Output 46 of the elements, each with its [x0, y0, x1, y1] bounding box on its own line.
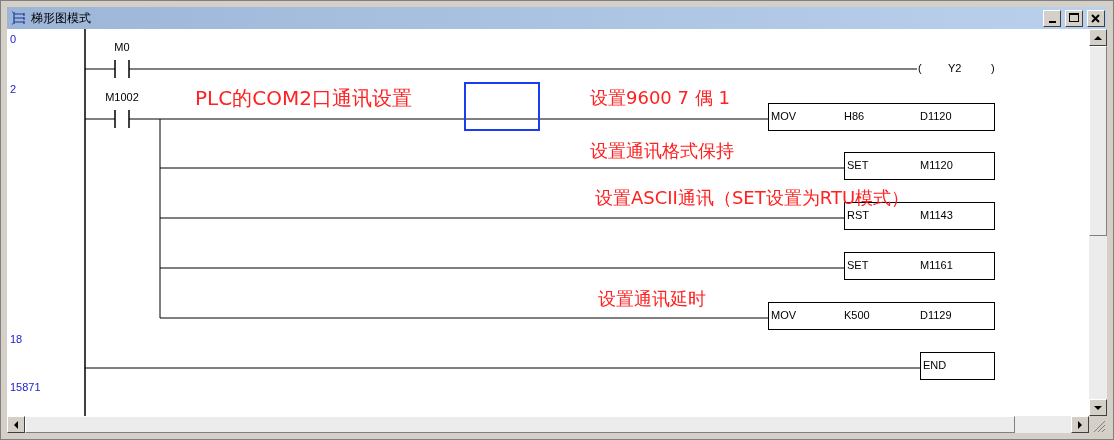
- maximize-icon: [1068, 13, 1080, 23]
- instruction-operand: D1120: [920, 110, 952, 122]
- step-number: 15871: [10, 381, 41, 393]
- arrow-right-icon: [1077, 420, 1083, 429]
- arrow-down-icon: [1094, 404, 1102, 411]
- contact-label: M1002: [105, 91, 139, 103]
- contact-icon: [114, 109, 130, 129]
- vertical-scrollbar[interactable]: [1089, 29, 1107, 416]
- instruction-operand: K500: [844, 309, 870, 321]
- annotation-text: 设置通讯延时: [598, 287, 706, 311]
- annotation-text: PLC的COM2口通讯设置: [195, 85, 412, 112]
- ladder-icon: [11, 11, 27, 25]
- scroll-left-button[interactable]: [7, 416, 25, 433]
- scroll-thumb[interactable]: [1089, 46, 1107, 236]
- instruction-mnemonic: SET: [847, 259, 869, 271]
- minimize-icon: [1048, 20, 1056, 23]
- minimize-button[interactable]: [1043, 9, 1061, 27]
- close-button[interactable]: [1087, 9, 1105, 27]
- instruction-operand: M1120: [920, 159, 953, 171]
- arrow-left-icon: [13, 420, 19, 429]
- instruction-operand: D1129: [920, 309, 952, 321]
- coil-bracket: ): [991, 62, 995, 74]
- annotation-text: 设置9600 7 偶 1: [590, 86, 730, 110]
- instruction-mnemonic: MOV: [771, 309, 797, 321]
- instruction-operand: M1143: [920, 209, 953, 221]
- step-number: 18: [10, 333, 23, 345]
- contact-icon: [114, 59, 130, 79]
- instruction-mnemonic: SET: [847, 159, 869, 171]
- maximize-button[interactable]: [1065, 9, 1083, 27]
- instruction-mnemonic: RST: [847, 209, 869, 221]
- annotation-text: 设置通讯格式保持: [590, 139, 734, 163]
- close-icon: [1091, 13, 1101, 23]
- scroll-up-button[interactable]: [1089, 29, 1107, 46]
- coil-bracket: (: [918, 62, 922, 74]
- instruction-operand: M1161: [920, 259, 953, 271]
- coil-label: Y2: [948, 62, 962, 74]
- scroll-right-button[interactable]: [1071, 416, 1089, 433]
- window-title: 梯形图模式: [31, 9, 92, 27]
- contact-label: M0: [114, 41, 130, 53]
- arrow-up-icon: [1094, 34, 1102, 41]
- scroll-down-button[interactable]: [1089, 399, 1107, 416]
- instruction-operand: H86: [844, 110, 865, 122]
- step-number: 2: [10, 83, 17, 95]
- instruction-mnemonic: MOV: [771, 110, 797, 122]
- instruction-mnemonic: END: [923, 359, 947, 371]
- step-number: 0: [10, 33, 17, 45]
